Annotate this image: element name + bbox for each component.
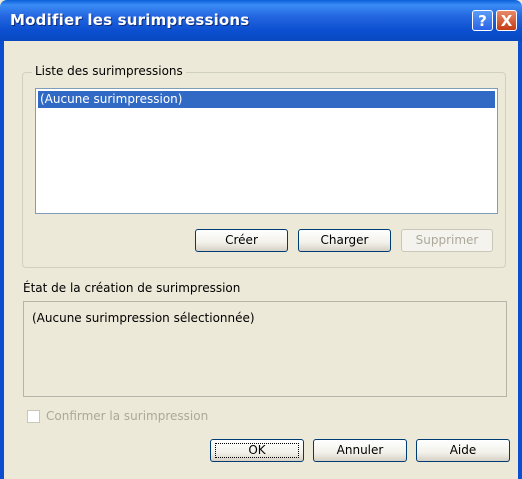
close-icon[interactable]: X [496,10,517,31]
overlay-listbox[interactable]: (Aucune surimpression) [35,88,498,214]
help-button[interactable]: Aide [416,439,510,462]
focus-rectangle [215,443,299,458]
overlay-list-legend: Liste des surimpressions [32,64,186,78]
cancel-button[interactable]: Annuler [313,439,407,462]
status-box: (Aucune surimpression sélectionnée) [23,301,507,397]
confirm-checkbox[interactable] [27,410,40,423]
window-title: Modifier les surimpressions [10,11,250,29]
status-label: État de la création de surimpression [23,281,241,295]
window-border-right [518,41,522,479]
dialog-window: Modifier les surimpressions ? X Liste de… [0,0,522,479]
delete-button[interactable]: Supprimer [401,229,493,252]
confirm-checkbox-label[interactable]: Confirmer la surimpression [46,409,208,423]
ok-button[interactable]: OK [210,439,304,462]
help-question-icon[interactable]: ? [472,10,493,31]
status-text: (Aucune surimpression sélectionnée) [32,311,255,325]
list-item[interactable]: (Aucune surimpression) [38,91,495,108]
title-bar[interactable]: Modifier les surimpressions ? X [0,0,522,41]
create-button[interactable]: Créer [195,229,288,252]
load-button[interactable]: Charger [298,229,391,252]
window-border-left [0,41,4,479]
